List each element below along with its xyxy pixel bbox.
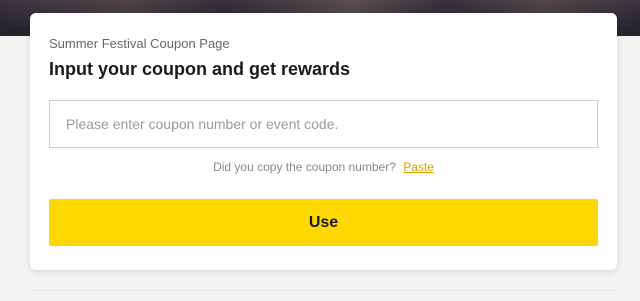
- coupon-card: Summer Festival Coupon Page Input your c…: [30, 13, 617, 270]
- use-coupon-button[interactable]: Use: [49, 199, 598, 246]
- paste-hint-text: Did you copy the coupon number?: [213, 160, 396, 174]
- paste-link[interactable]: Paste: [403, 160, 434, 174]
- paste-hint-row: Did you copy the coupon number? Paste: [49, 160, 598, 174]
- page-subtitle: Summer Festival Coupon Page: [49, 36, 230, 51]
- section-divider: [30, 290, 617, 291]
- page-title: Input your coupon and get rewards: [49, 59, 351, 79]
- coupon-code-input[interactable]: [49, 100, 598, 148]
